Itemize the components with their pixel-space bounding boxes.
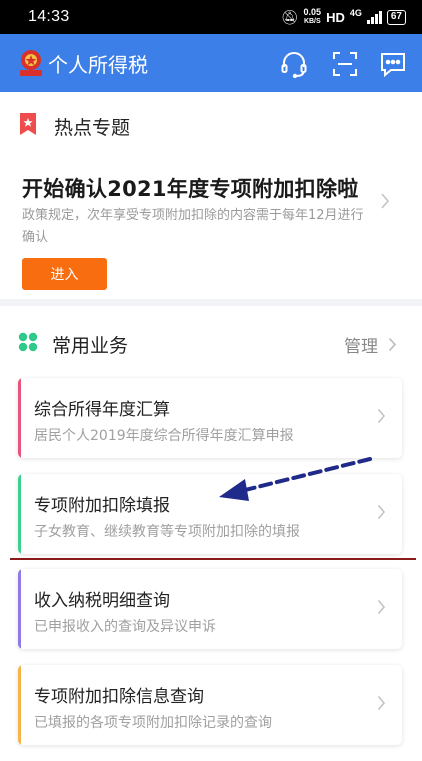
network-speed: 0.05 KB/S	[303, 7, 322, 26]
status-time: 14:33	[28, 8, 70, 25]
common-services-title: 常用业务	[52, 335, 129, 357]
headset-icon[interactable]	[280, 50, 308, 78]
message-icon[interactable]	[379, 50, 407, 78]
bookmark-star-icon	[20, 113, 36, 135]
hot-topic-headline[interactable]: 开始确认2021年度专项附加扣除啦	[22, 173, 359, 203]
service-card-income-tax-details[interactable]: 收入纳税明细查询 已申报收入的查询及异议申诉	[18, 569, 402, 649]
card-subtitle: 已填报的各项专项附加扣除记录的查询	[34, 715, 272, 731]
card-title: 综合所得年度汇算	[34, 400, 170, 420]
app-header: 个人所得税	[0, 34, 422, 92]
status-bar: 14:33 🔕︎ 0.05 KB/S HD 4G 67	[0, 0, 422, 34]
manage-link[interactable]: 管理	[344, 332, 397, 357]
common-services-section: 常用业务 管理 综合所得年度汇算 居民个人2019年度综合所得年度汇算申报 专项…	[0, 306, 422, 761]
hot-topic-title: 热点专题	[54, 117, 131, 139]
grid-clover-icon	[18, 332, 38, 352]
service-card-annual-settlement[interactable]: 综合所得年度汇算 居民个人2019年度综合所得年度汇算申报	[18, 378, 402, 458]
hot-topic-description: 政策规定，次年享受专项附加扣除的内容需于每年12月进行确认	[22, 208, 364, 245]
card-subtitle: 已申报收入的查询及异议申诉	[34, 619, 216, 635]
card-title: 专项附加扣除填报	[34, 496, 170, 516]
card-title: 专项附加扣除信息查询	[34, 687, 204, 707]
card-title: 收入纳税明细查询	[34, 591, 170, 611]
mute-icon: 🔕︎	[280, 8, 299, 25]
battery-icon: 67	[386, 9, 406, 25]
chevron-right-icon	[377, 408, 386, 424]
annotation-underline	[10, 558, 416, 560]
chevron-right-icon	[377, 599, 386, 615]
signal-icon	[366, 10, 382, 24]
chevron-right-icon	[388, 337, 397, 352]
card-accent-bar	[18, 378, 21, 458]
network-type: 4G	[349, 8, 362, 18]
chevron-right-icon	[377, 504, 386, 520]
app-title: 个人所得税	[48, 53, 148, 77]
card-accent-bar	[18, 665, 21, 745]
hot-topic-section: 热点专题 开始确认2021年度专项附加扣除啦 政策规定，次年享受专项附加扣除的内…	[0, 92, 422, 299]
tax-emblem-icon	[20, 50, 42, 76]
hd-indicator: HD	[326, 9, 345, 25]
annotation-arrow	[219, 457, 372, 501]
chevron-right-icon	[377, 695, 386, 711]
card-accent-bar	[18, 569, 21, 649]
enter-button[interactable]: 进入	[22, 258, 107, 290]
status-icons: 🔕︎ 0.05 KB/S HD 4G 67	[281, 8, 406, 26]
scan-icon[interactable]	[331, 50, 359, 78]
card-subtitle: 子女教育、继续教育等专项附加扣除的填报	[34, 524, 300, 540]
card-subtitle: 居民个人2019年度综合所得年度汇算申报	[34, 428, 294, 444]
service-card-deduction-info-query[interactable]: 专项附加扣除信息查询 已填报的各项专项附加扣除记录的查询	[18, 665, 402, 745]
card-accent-bar	[18, 474, 21, 554]
chevron-right-icon[interactable]	[380, 192, 390, 210]
